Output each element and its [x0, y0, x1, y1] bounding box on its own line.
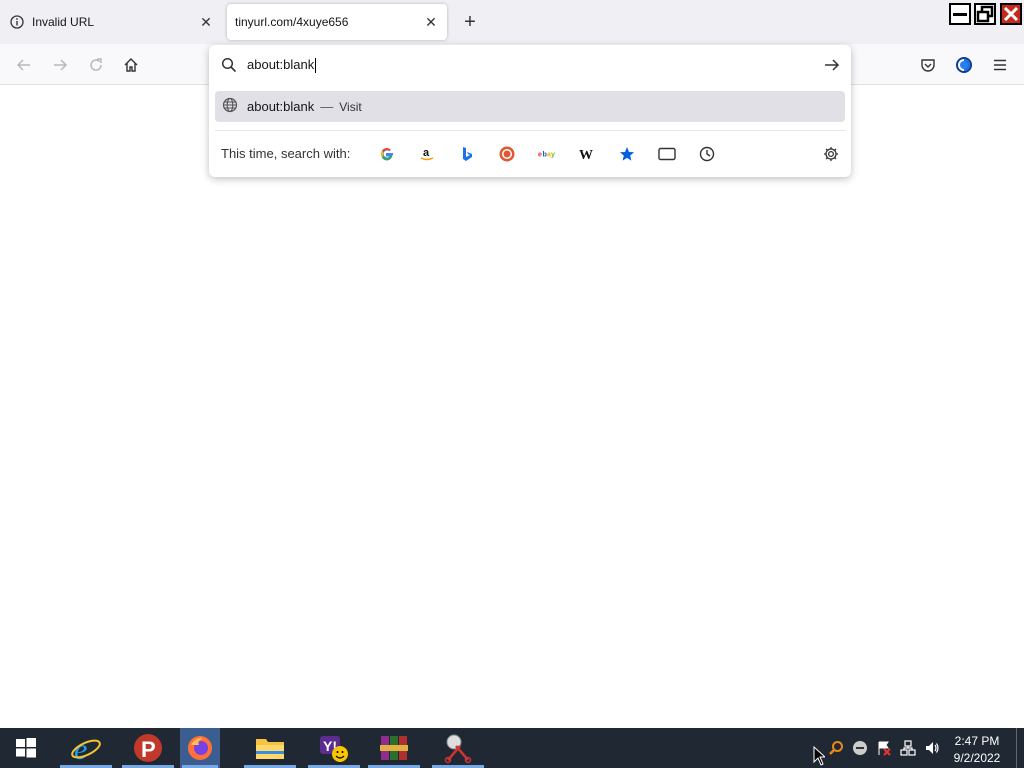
app-p-icon[interactable]: P: [120, 728, 176, 768]
google-icon[interactable]: [378, 145, 396, 163]
tab-invalid-url[interactable]: Invalid URL ✕: [2, 4, 222, 40]
mouse-cursor-icon: [813, 746, 825, 766]
bookmarks-star-icon[interactable]: [618, 145, 636, 163]
info-icon: [10, 15, 24, 29]
suggestion-text: about:blank: [247, 99, 315, 114]
svg-text:e: e: [538, 150, 542, 159]
reload-icon[interactable]: [85, 54, 107, 76]
search-icon: [221, 57, 237, 76]
history-clock-icon[interactable]: [698, 145, 716, 163]
tabs-icon[interactable]: [658, 145, 676, 163]
winrar-icon[interactable]: [366, 728, 422, 768]
svg-text:a: a: [423, 147, 430, 159]
new-tab-icon[interactable]: +: [460, 12, 480, 32]
ebay-icon[interactable]: ebay: [538, 145, 556, 163]
tab-title: tinyurl.com/4xuye656: [235, 15, 349, 29]
minimize-button[interactable]: [949, 3, 971, 25]
forward-icon[interactable]: [49, 54, 71, 76]
yahoo-messenger-icon[interactable]: Y!: [306, 728, 362, 768]
file-explorer-icon[interactable]: [242, 728, 298, 768]
search-tray-icon[interactable]: [828, 740, 844, 756]
internet-explorer-icon[interactable]: e: [58, 728, 114, 768]
urlbar-dropdown: about:blank about:blank — Visit This tim…: [209, 45, 851, 177]
network-icon[interactable]: [900, 740, 916, 756]
show-desktop-button[interactable]: [1016, 728, 1017, 768]
svg-text:P: P: [141, 737, 156, 762]
close-tab-icon[interactable]: ✕: [423, 14, 439, 30]
account-icon[interactable]: [953, 54, 975, 76]
go-arrow-icon[interactable]: [823, 56, 841, 77]
taskbar-clock[interactable]: 2:47 PM 9/2/2022: [946, 733, 1008, 767]
start-button[interactable]: [0, 728, 52, 768]
search-engine-bar: This time, search with: a ebay W: [209, 133, 851, 173]
amazon-icon[interactable]: a: [418, 145, 436, 163]
windows-logo-icon: [16, 738, 36, 758]
firefox-icon[interactable]: [180, 728, 220, 768]
tab-strip: Invalid URL ✕ tinyurl.com/4xuye656 ✕ +: [0, 0, 1024, 44]
home-icon[interactable]: [120, 54, 142, 76]
minus-circle-tray-icon[interactable]: [852, 740, 868, 756]
search-with-label: This time, search with:: [221, 146, 351, 161]
snipping-tool-icon[interactable]: [430, 728, 486, 768]
divider: [215, 130, 845, 131]
back-icon[interactable]: [13, 54, 35, 76]
tab-title: Invalid URL: [32, 15, 95, 29]
search-settings-gear-icon[interactable]: [822, 145, 840, 163]
restore-button[interactable]: [974, 3, 996, 25]
svg-text:W: W: [579, 148, 593, 161]
pocket-icon[interactable]: [917, 54, 939, 76]
svg-text:y: y: [551, 150, 555, 159]
wikipedia-icon[interactable]: W: [578, 145, 596, 163]
menu-icon[interactable]: [989, 54, 1011, 76]
url-input[interactable]: about:blank: [209, 45, 851, 85]
suggestion-action: Visit: [339, 99, 362, 114]
close-window-button[interactable]: [1000, 3, 1022, 25]
globe-icon: [222, 97, 238, 116]
url-text[interactable]: about:blank: [247, 57, 317, 74]
volume-icon[interactable]: [924, 740, 940, 756]
clock-date: 9/2/2022: [953, 751, 1001, 765]
tab-tinyurl[interactable]: tinyurl.com/4xuye656 ✕: [227, 4, 447, 40]
suggestion-row[interactable]: about:blank — Visit: [215, 91, 845, 122]
action-center-flag-icon[interactable]: [876, 740, 892, 756]
taskbar: e P Y!: [0, 728, 1024, 768]
bing-icon[interactable]: [458, 145, 476, 163]
clock-time: 2:47 PM: [954, 734, 1000, 748]
suggestion-separator: —: [320, 99, 334, 114]
close-tab-icon[interactable]: ✕: [198, 14, 214, 30]
duckduckgo-icon[interactable]: [498, 145, 516, 163]
